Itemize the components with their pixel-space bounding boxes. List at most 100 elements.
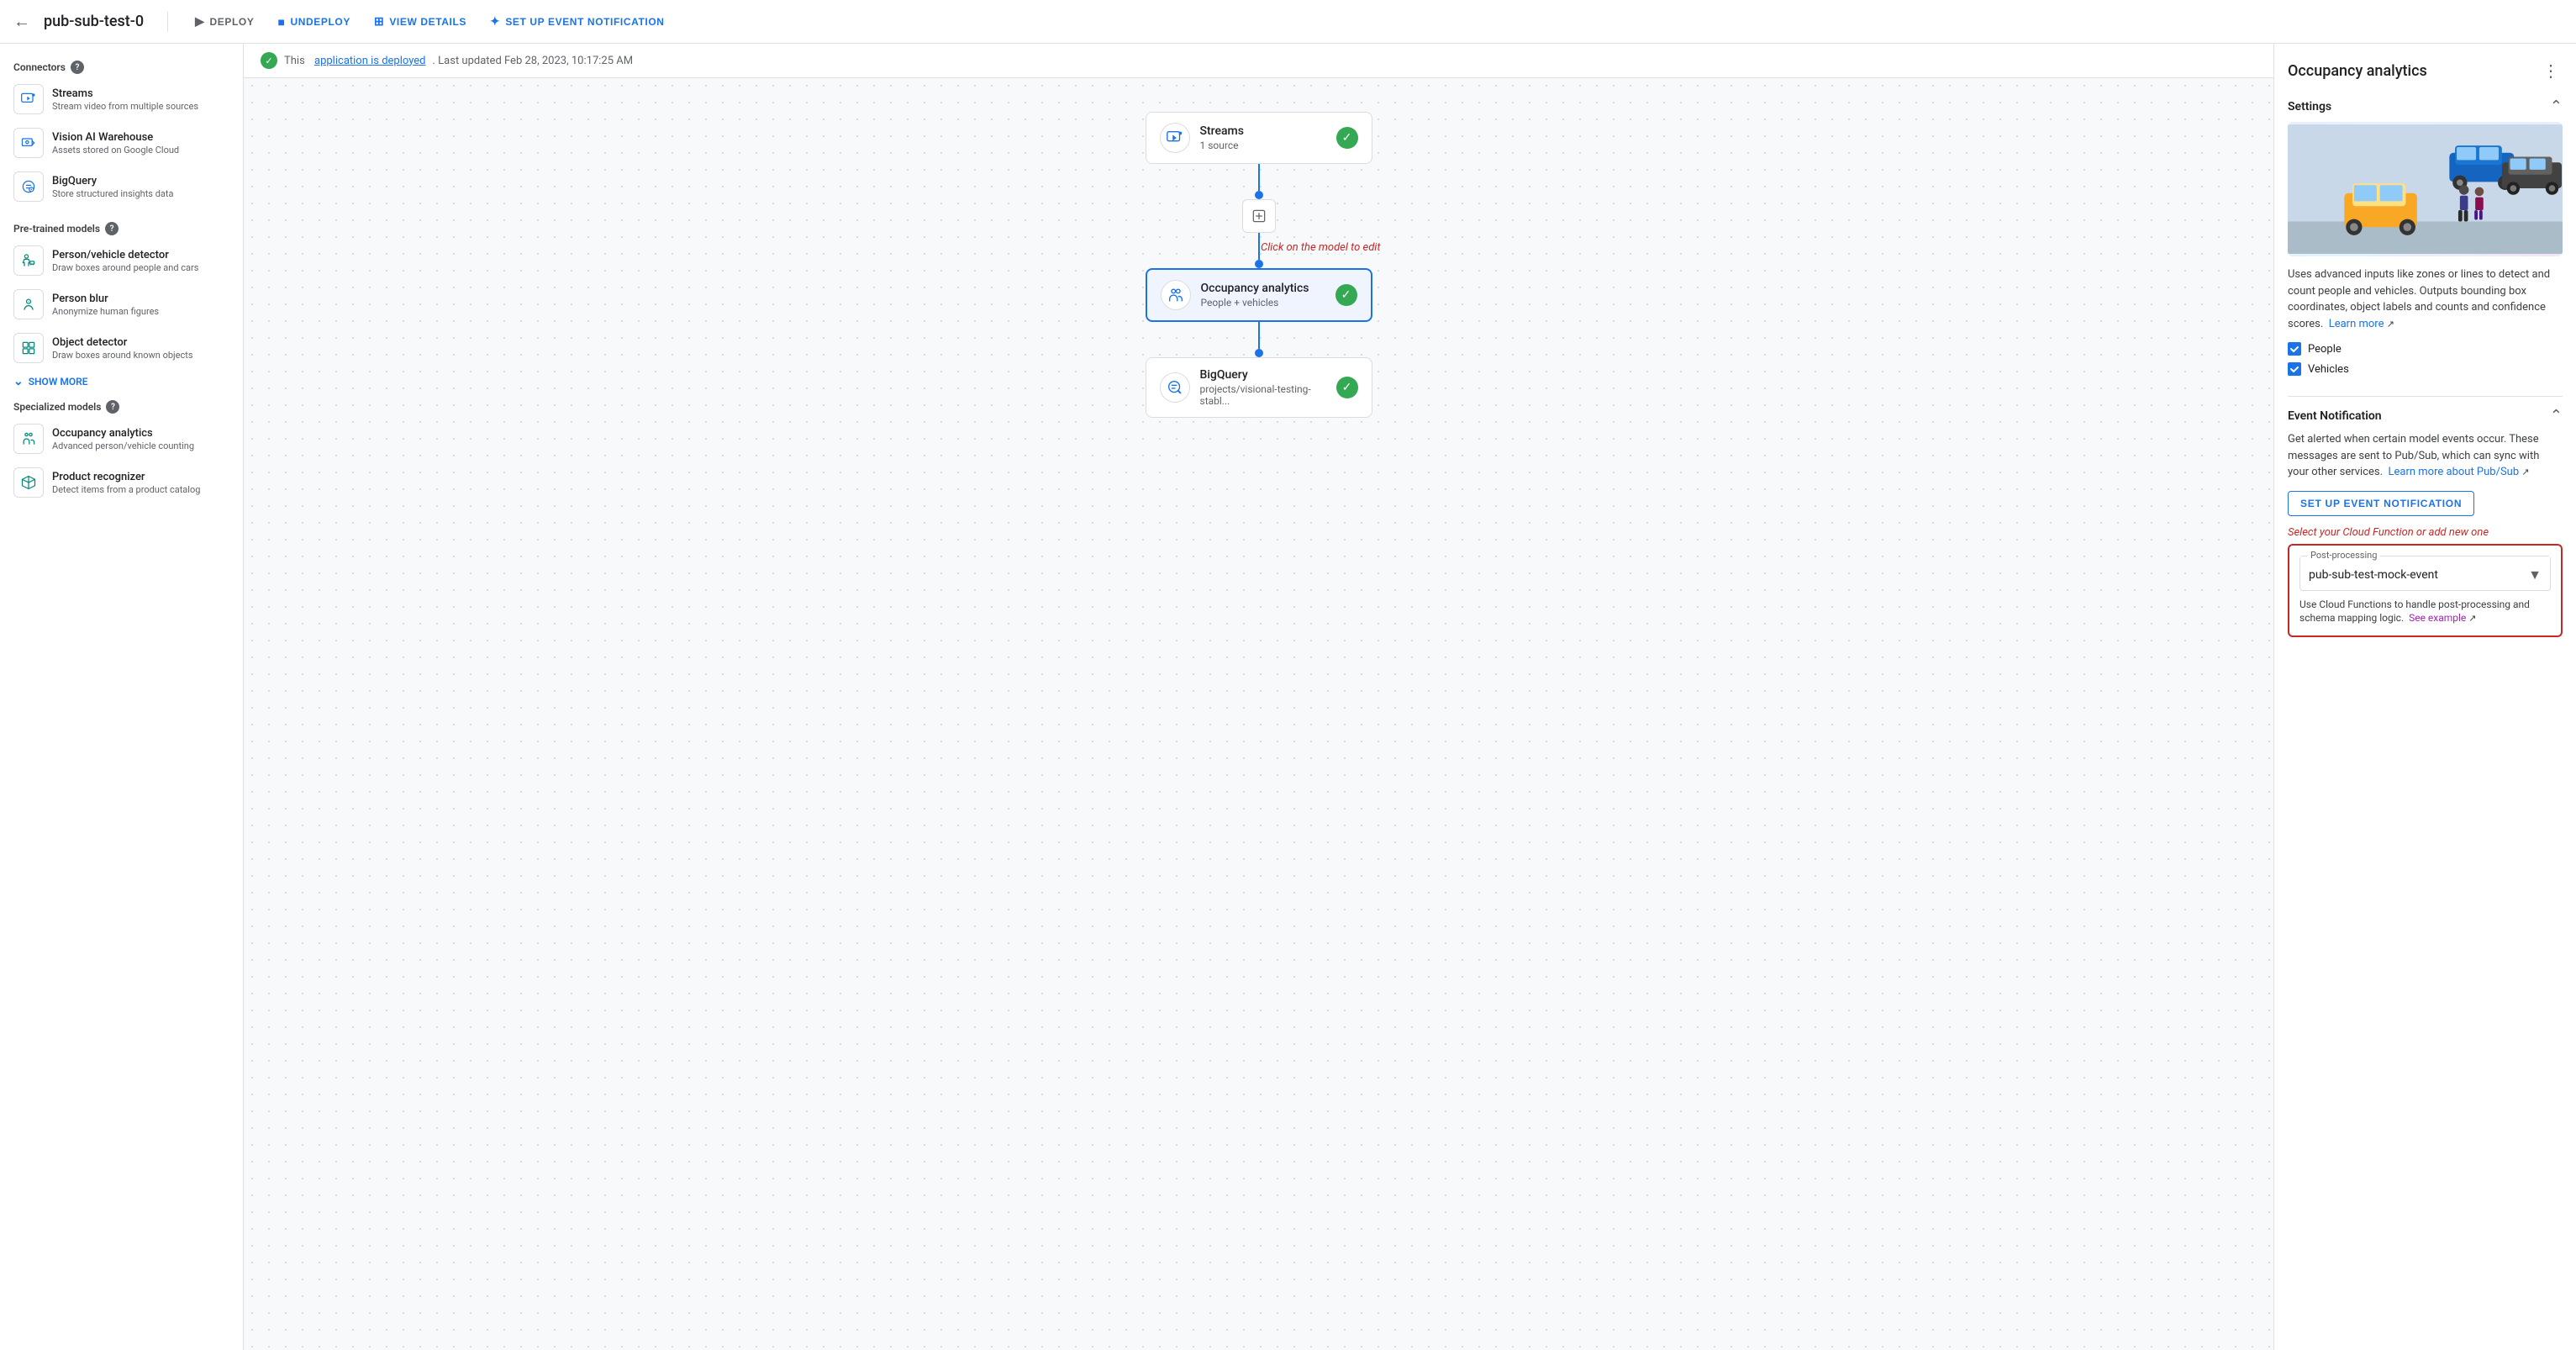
post-processing-box: Post-processing pub-sub-test-mock-event …	[2288, 544, 2563, 638]
person-blur-text: Person blur Anonymize human figures	[52, 293, 159, 317]
people-checkbox[interactable]	[2288, 342, 2301, 356]
deploy-icon: ▶	[195, 14, 204, 29]
object-detector-icon	[13, 333, 44, 363]
show-more-button[interactable]: ⌄ SHOW MORE	[0, 370, 243, 393]
node-occupancy-wrapper: Click on the model to edit Occupancy a	[1146, 268, 1372, 322]
sidebar-item-occupancy-analytics[interactable]: Occupancy analytics Advanced person/vehi…	[0, 417, 243, 461]
settings-section: Settings ⌃	[2274, 91, 2576, 396]
node-occupancy-icon	[1161, 280, 1191, 310]
application-deployed-link[interactable]: application is deployed	[314, 55, 426, 67]
node-bigquery-text: BigQuery projects/visional-testing-stabl…	[1200, 368, 1326, 407]
product-recognizer-icon	[13, 467, 44, 498]
select-arrow-icon: ▼	[2528, 567, 2542, 583]
node-occupancy-text: Occupancy analytics People + vehicles	[1201, 282, 1325, 308]
mid-node	[1242, 199, 1276, 233]
topbar: ← pub-sub-test-0 ▶ DEPLOY ■ UNDEPLOY ⊞ V…	[0, 0, 2576, 44]
view-details-button[interactable]: ⊞ VIEW DETAILS	[364, 9, 477, 34]
event-notification-section: Event Notification ⌃ Get alerted when ce…	[2274, 397, 2576, 651]
occupancy-analytics-icon	[13, 424, 44, 454]
person-blur-icon	[13, 289, 44, 319]
connector-line-2	[1258, 233, 1260, 260]
viewdetails-icon: ⊞	[374, 14, 384, 29]
sidebar-item-vision-warehouse[interactable]: Vision AI Warehouse Assets stored on Goo…	[0, 121, 243, 165]
right-panel-header: Occupancy analytics ⋮	[2274, 44, 2576, 91]
node-streams[interactable]: Streams 1 source ✓	[1146, 112, 1372, 164]
show-more-icon: ⌄	[13, 375, 24, 388]
status-icon: ✓	[261, 52, 277, 69]
right-panel-title: Occupancy analytics	[2288, 62, 2427, 80]
streams-text: Streams Stream video from multiple sourc…	[52, 87, 198, 112]
main-layout: Connectors ? Streams Stream video from m…	[0, 44, 2576, 1350]
object-detector-text: Object detector Draw boxes around known …	[52, 336, 193, 361]
node-streams-text: Streams 1 source	[1200, 124, 1326, 151]
sidebar-item-bigquery[interactable]: BigQuery Store structured insights data	[0, 165, 243, 208]
see-example-icon: ↗	[2468, 613, 2476, 624]
sidebar-item-streams[interactable]: Streams Stream video from multiple sourc…	[0, 77, 243, 121]
setup-event-notification-button-panel[interactable]: SET UP EVENT NOTIFICATION	[2288, 491, 2474, 516]
setup-icon: ✦	[490, 14, 500, 29]
occupancy-illustration	[2288, 122, 2563, 256]
post-processing-description: Use Cloud Functions to handle post-proce…	[2299, 598, 2551, 626]
external-link-icon: ↗	[2387, 319, 2394, 330]
specialized-section-title: Specialized models ?	[0, 393, 243, 417]
page-title: pub-sub-test-0	[44, 13, 144, 30]
undeploy-button[interactable]: ■ UNDEPLOY	[267, 10, 361, 34]
settings-section-header[interactable]: Settings ⌃	[2288, 91, 2563, 122]
node-streams-icon	[1160, 123, 1190, 153]
node-occupancy-check: ✓	[1335, 284, 1357, 306]
pipeline-nodes: Streams 1 source ✓	[1146, 112, 1372, 418]
setup-event-notification-button-top[interactable]: ✦ SET UP EVENT NOTIFICATION	[480, 9, 675, 34]
post-processing-label: Post-processing	[2307, 550, 2380, 561]
node-bigquery-check: ✓	[1336, 377, 1358, 398]
event-notification-description: Get alerted when certain model events oc…	[2288, 431, 2563, 481]
canvas-content: Streams 1 source ✓	[244, 78, 2273, 1347]
connector-dot-1	[1255, 191, 1263, 199]
topbar-actions: ▶ DEPLOY ■ UNDEPLOY ⊞ VIEW DETAILS ✦ SET…	[185, 9, 674, 34]
specialized-help-icon[interactable]: ?	[106, 400, 119, 414]
sidebar-item-person-vehicle-detector[interactable]: Person/vehicle detector Draw boxes aroun…	[0, 239, 243, 282]
back-button[interactable]: ←	[13, 11, 30, 32]
panel-menu-button[interactable]: ⋮	[2539, 57, 2563, 84]
streams-icon	[13, 84, 44, 114]
post-processing-select[interactable]: pub-sub-test-mock-event ▼	[2300, 560, 2550, 590]
right-panel: Occupancy analytics ⋮ Settings ⌃	[2273, 44, 2576, 1350]
connectors-section-title: Connectors ?	[0, 54, 243, 77]
bigquery-icon	[13, 171, 44, 202]
status-prefix: This	[284, 55, 308, 67]
cloud-function-hint: Select your Cloud Function or add new on…	[2288, 526, 2563, 539]
vision-warehouse-icon	[13, 128, 44, 158]
connector-dot-2	[1255, 260, 1263, 268]
connectors-help-icon[interactable]: ?	[71, 61, 84, 74]
node-occupancy[interactable]: Occupancy analytics People + vehicles ✓	[1146, 268, 1372, 322]
sidebar-item-person-blur[interactable]: Person blur Anonymize human figures	[0, 282, 243, 326]
divider	[167, 12, 168, 32]
checkbox-vehicles: Vehicles	[2288, 362, 2563, 376]
event-notif-toggle-icon: ⌃	[2550, 407, 2563, 425]
vehicles-label: Vehicles	[2308, 363, 2349, 376]
event-notification-title: Event Notification	[2288, 409, 2382, 423]
node-bigquery[interactable]: BigQuery projects/visional-testing-stabl…	[1146, 357, 1372, 418]
deploy-button[interactable]: ▶ DEPLOY	[185, 9, 264, 34]
settings-description: Uses advanced inputs like zones or lines…	[2288, 266, 2563, 332]
canvas-area: ✓ This application is deployed . Last up…	[244, 44, 2273, 1350]
pretrained-help-icon[interactable]: ?	[105, 222, 119, 235]
bigquery-text: BigQuery Store structured insights data	[52, 175, 173, 199]
people-label: People	[2308, 343, 2342, 356]
connector-line-3	[1258, 322, 1260, 349]
learn-more-pubsub-link[interactable]: Learn more about Pub/Sub	[2389, 466, 2520, 478]
person-vehicle-icon	[13, 245, 44, 276]
undeploy-icon: ■	[277, 15, 285, 29]
sidebar: Connectors ? Streams Stream video from m…	[0, 44, 244, 1350]
see-example-link[interactable]: See example	[2409, 612, 2466, 624]
vehicles-checkbox[interactable]	[2288, 362, 2301, 376]
learn-more-link[interactable]: Learn more	[2329, 318, 2384, 330]
occupancy-analytics-text: Occupancy analytics Advanced person/vehi…	[52, 427, 194, 451]
vision-warehouse-text: Vision AI Warehouse Assets stored on Goo…	[52, 131, 179, 156]
sidebar-item-product-recognizer[interactable]: Product recognizer Detect items from a p…	[0, 461, 243, 504]
connector-dot-3	[1255, 349, 1263, 357]
sidebar-item-object-detector[interactable]: Object detector Draw boxes around known …	[0, 326, 243, 370]
checkbox-people: People	[2288, 342, 2563, 356]
person-vehicle-text: Person/vehicle detector Draw boxes aroun…	[52, 249, 198, 273]
node-bigquery-icon	[1160, 372, 1190, 403]
pretrained-section-title: Pre-trained models ?	[0, 215, 243, 239]
